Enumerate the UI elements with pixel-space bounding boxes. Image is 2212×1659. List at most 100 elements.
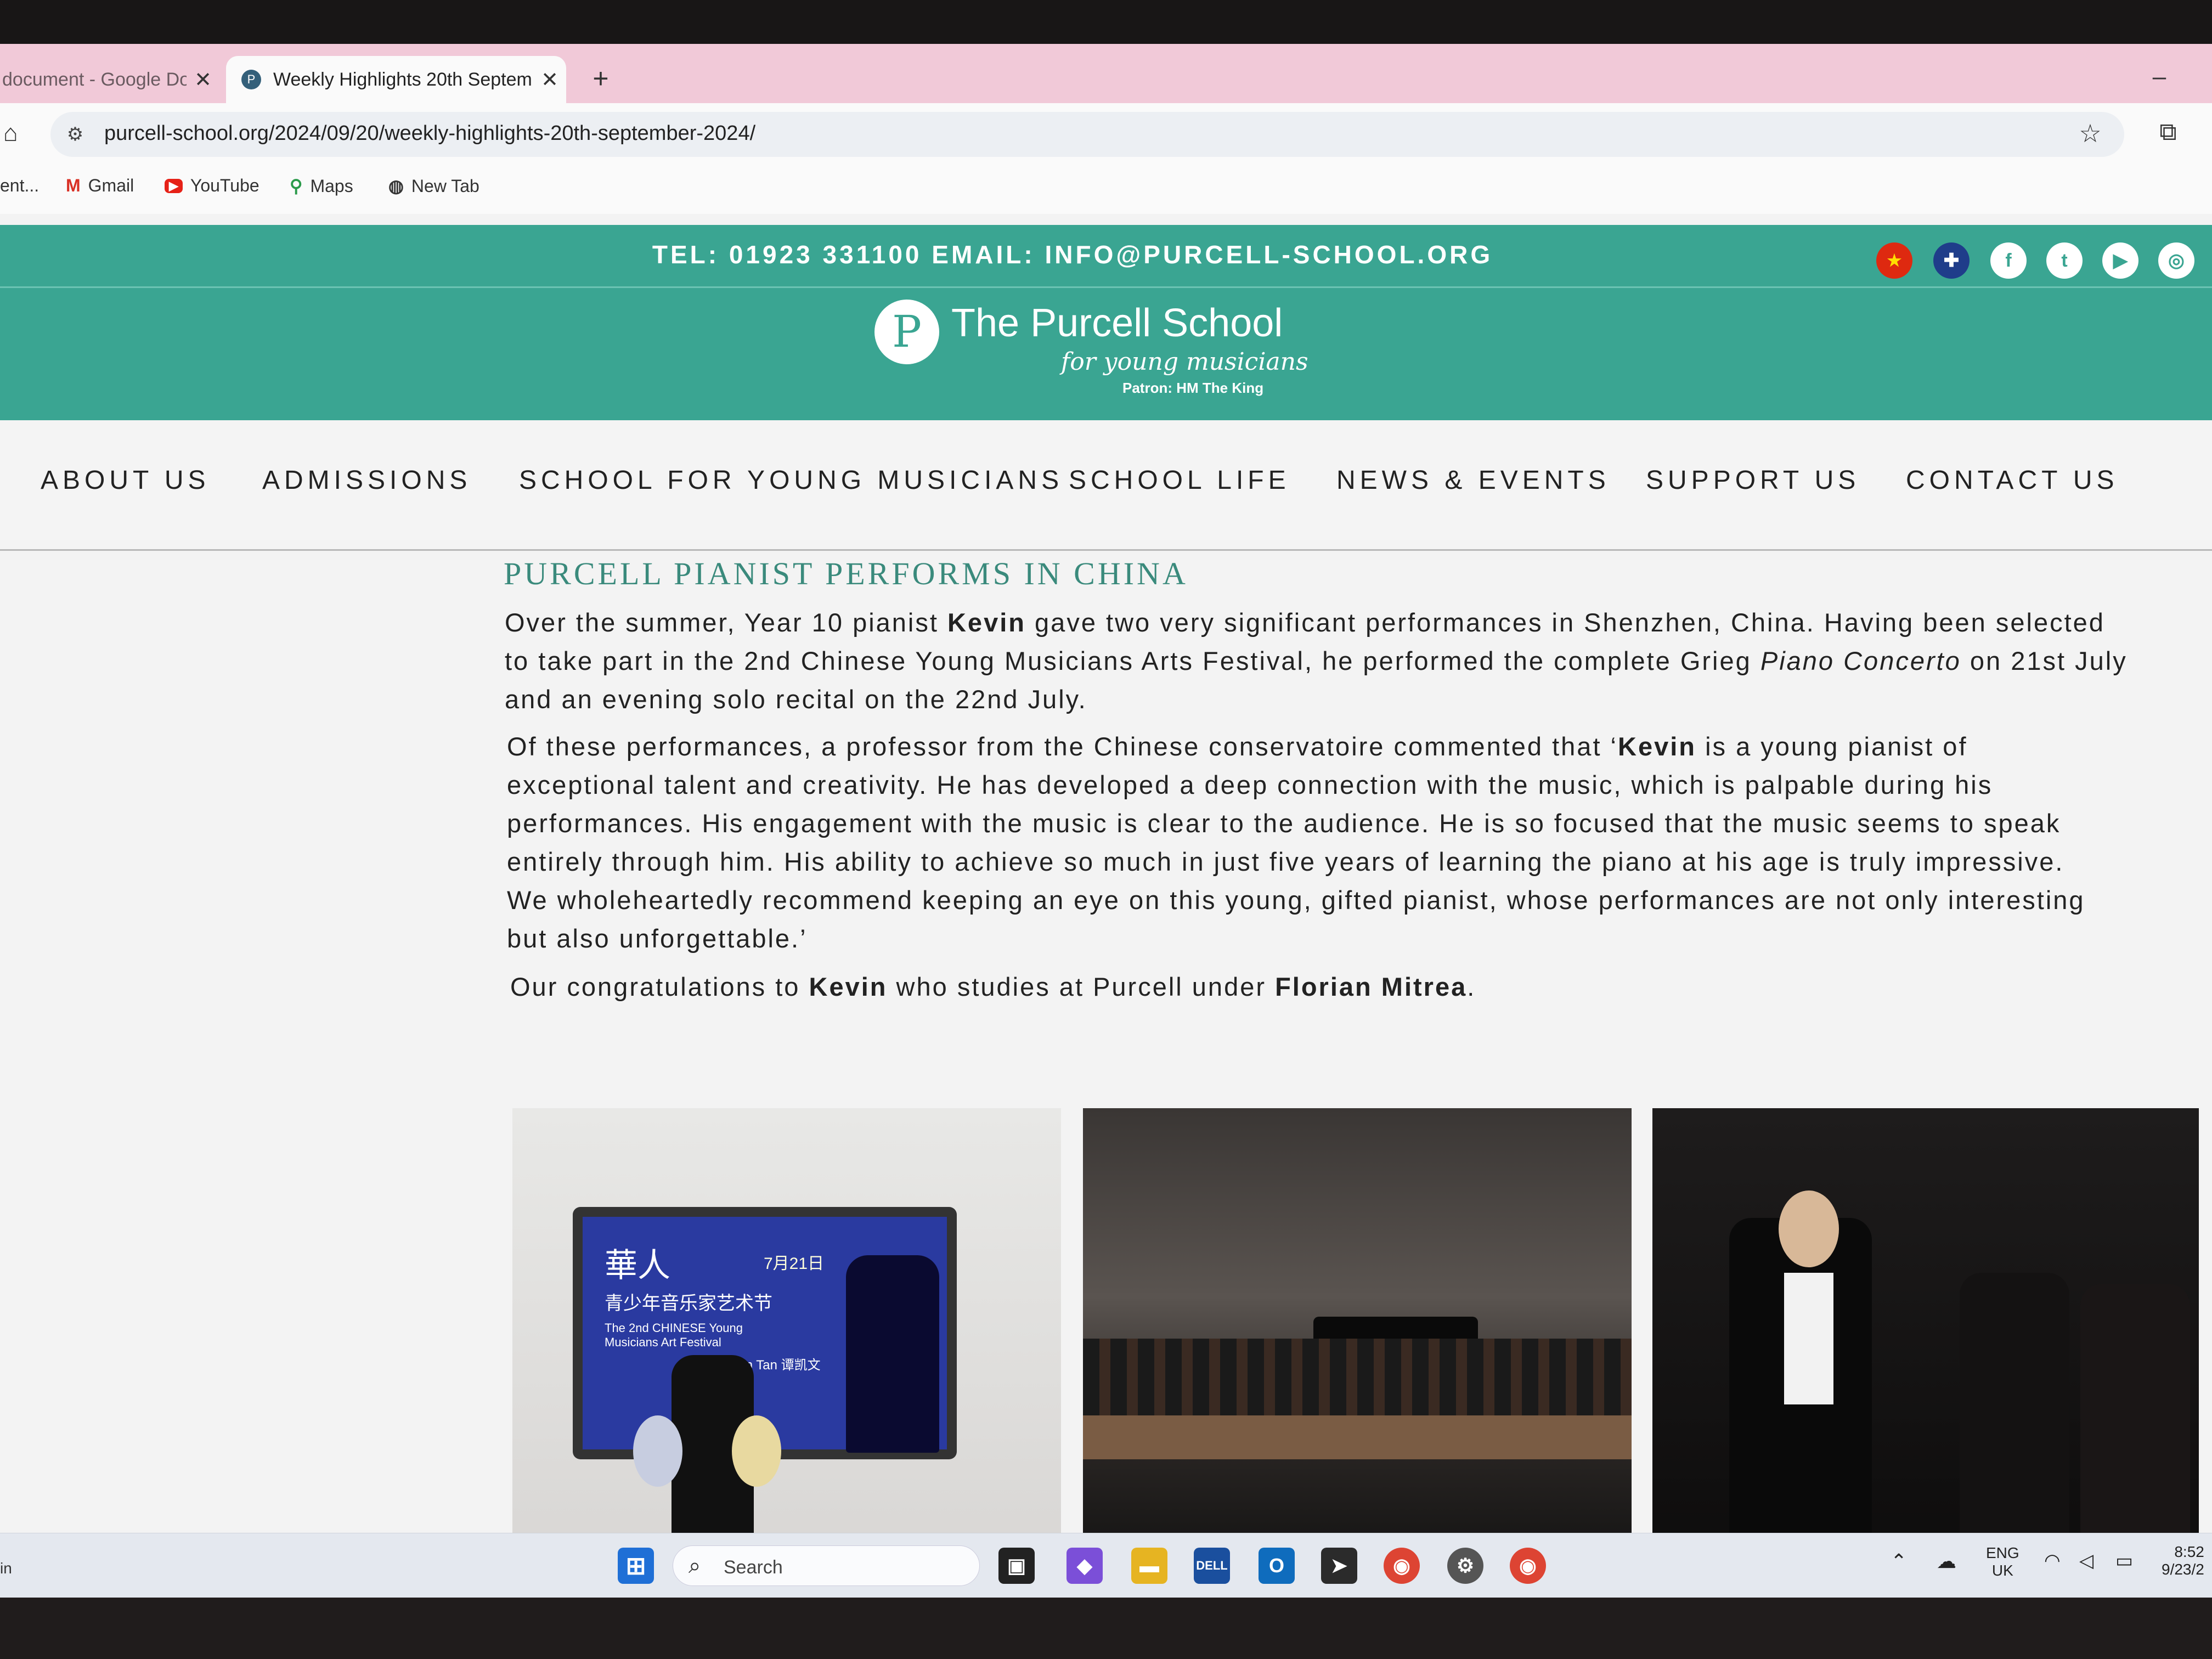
bookmark-label: Gmail	[88, 176, 134, 195]
nav-admissions[interactable]: ADMISSIONS	[262, 465, 471, 495]
monitor-bezel-top	[0, 0, 2212, 44]
article-paragraph-2: Of these performances, a professor from …	[507, 727, 2208, 958]
purcell-favicon-icon: P	[241, 70, 261, 89]
youtube-icon[interactable]: ▶	[2102, 242, 2138, 279]
photo-poster[interactable]: 華人 7月21日 青少年音乐家艺术节 The 2nd CHINESE Young…	[512, 1108, 1061, 1580]
onedrive-icon[interactable]: ☁	[1937, 1550, 1956, 1573]
text-run: Of these performances, a professor from …	[507, 732, 1618, 761]
tab-weekly-highlights[interactable]: P Weekly Highlights 20th Septem ✕	[226, 56, 566, 103]
bookmark-new-tab[interactable]: ◍ New Tab	[388, 176, 479, 196]
language-code: ENG	[1986, 1544, 2019, 1561]
facebook-icon[interactable]: f	[1990, 242, 2027, 279]
bookmark-star-icon[interactable]: ☆	[2075, 119, 2106, 149]
uk-flag-icon[interactable]: ✚	[1933, 242, 1970, 279]
pianist-shirt	[1784, 1273, 1833, 1404]
arrow-app-icon[interactable]: ➤	[1321, 1548, 1357, 1584]
instagram-icon[interactable]: ◎	[2158, 242, 2194, 279]
article-paragraph-1: Over the summer, Year 10 pianist Kevin g…	[505, 603, 2205, 719]
bookmark-youtube[interactable]: ▶ YouTube	[165, 176, 259, 196]
search-placeholder: Search	[724, 1557, 783, 1578]
file-explorer-icon[interactable]: ▬	[1131, 1548, 1167, 1584]
tab-title: Weekly Highlights 20th Septem	[273, 69, 532, 90]
region-code: UK	[1991, 1562, 2013, 1579]
screen: document - Google Do ✕ P Weekly Highligh…	[0, 44, 2212, 1598]
paragraph-line: and an evening solo recital on the 22nd …	[505, 680, 2205, 719]
windows-start-icon[interactable]: ⊞	[618, 1548, 654, 1584]
bouquet-left	[633, 1415, 682, 1487]
nav-school-for-young-musicians[interactable]: SCHOOL FOR YOUNG MUSICIANS	[519, 465, 1063, 495]
task-view-icon[interactable]: ▣	[998, 1548, 1035, 1584]
photo-concert-stage[interactable]	[1083, 1108, 1632, 1580]
bouquet-right	[732, 1415, 781, 1487]
bookmark-label: New Tab	[411, 176, 479, 196]
address-bar-row: ⌂ ⚙ purcell-school.org/2024/09/20/weekly…	[0, 103, 2212, 163]
clock[interactable]: 8:52 9/23/2	[2162, 1543, 2204, 1578]
nav-contact-us[interactable]: CONTACT US	[1906, 465, 2119, 495]
bold-text-run: Kevin	[809, 972, 888, 1001]
bookmark-maps[interactable]: ⚲ Maps	[290, 176, 353, 196]
tab-title: document - Google Do	[2, 69, 187, 90]
outlook-icon[interactable]: O	[1259, 1548, 1295, 1584]
logo-tagline: for young musicians	[1061, 348, 1308, 376]
site-header: TEL: 01923 331100 EMAIL: INFO@PURCELL-SC…	[0, 225, 2212, 420]
monitor-bezel-bottom	[0, 1598, 2212, 1659]
bookmark-label: YouTube	[190, 176, 259, 195]
chrome-profile-icon[interactable]: ◉	[1510, 1548, 1546, 1584]
home-icon[interactable]: ⌂	[3, 120, 31, 147]
copilot-icon[interactable]: ◆	[1066, 1548, 1103, 1584]
paragraph-line: to take part in the 2nd Chinese Young Mu…	[505, 642, 2205, 680]
text-run: on 21st July	[1961, 646, 2128, 675]
tab-google-docs[interactable]: document - Google Do ✕	[0, 56, 219, 103]
gmail-icon: M	[66, 176, 81, 195]
close-tab-icon[interactable]: ✕	[187, 67, 219, 92]
browser-tab-strip: document - Google Do ✕ P Weekly Highligh…	[0, 44, 2212, 103]
clock-time: 8:52	[2174, 1543, 2204, 1560]
logo-name[interactable]: The Purcell School	[951, 301, 1283, 346]
bookmark-label: ent...	[0, 176, 40, 195]
settings-gear-icon[interactable]: ⚙	[1447, 1548, 1483, 1584]
text-run: performances. His engagement with the mu…	[507, 809, 2061, 838]
volume-icon[interactable]: ◁	[2079, 1550, 2094, 1572]
minimize-button[interactable]: –	[2143, 65, 2176, 89]
nav-school-life[interactable]: SCHOOL LIFE	[1069, 465, 1290, 495]
logo-icon[interactable]: P	[874, 300, 939, 364]
paragraph-line: performances. His engagement with the mu…	[507, 804, 2208, 843]
battery-icon[interactable]: ▭	[2115, 1550, 2133, 1572]
url-bar[interactable]: ⚙ purcell-school.org/2024/09/20/weekly-h…	[50, 112, 2124, 157]
nav-news-events[interactable]: NEWS & EVENTS	[1336, 465, 1610, 495]
article-heading: PURCELL PIANIST PERFORMS IN CHINA	[504, 556, 1188, 591]
poster-subtitle: 青少年音乐家艺术节	[605, 1293, 772, 1314]
paragraph-line: entirely through him. His ability to ach…	[507, 843, 2208, 881]
china-flag-icon[interactable]: ★	[1876, 242, 1912, 279]
nav-about-us[interactable]: ABOUT US	[41, 465, 210, 495]
site-info-icon[interactable]: ⚙	[63, 122, 88, 147]
url-text[interactable]: purcell-school.org/2024/09/20/weekly-hig…	[104, 122, 755, 145]
taskbar-search[interactable]: ⌕ Search	[673, 1545, 980, 1586]
new-tab-button[interactable]: +	[582, 59, 620, 98]
search-icon: ⌕	[689, 1554, 701, 1578]
dell-icon[interactable]: DELL	[1194, 1548, 1230, 1584]
wifi-icon[interactable]: ◠	[2044, 1550, 2061, 1572]
twitter-icon[interactable]: t	[2046, 242, 2083, 279]
poster-portrait	[846, 1255, 939, 1453]
taskbar-left-text: in	[0, 1560, 12, 1577]
bookmark-item[interactable]: ent...	[0, 176, 39, 196]
contact-line[interactable]: TEL: 01923 331100 EMAIL: INFO@PURCELL-SC…	[0, 225, 2145, 284]
text-run: who studies at Purcell under	[887, 972, 1276, 1001]
text-run: gave two very significant performances i…	[1025, 608, 2105, 637]
photo-pianist-bow[interactable]	[1652, 1108, 2199, 1580]
poster-title: 華人	[605, 1246, 670, 1285]
chevron-up-icon[interactable]: ⌃	[1891, 1550, 1907, 1573]
taskbar: in ⊞ ⌕ Search ▣ ◆ ▬ DELL O ➤ ◉ ⚙ ◉ ⌃ ☁ E…	[0, 1533, 2212, 1598]
nav-support-us[interactable]: SUPPORT US	[1646, 465, 1860, 495]
close-tab-icon[interactable]: ✕	[533, 67, 566, 92]
chrome-icon[interactable]: ◉	[1384, 1548, 1420, 1584]
bookmark-gmail[interactable]: M Gmail	[66, 176, 134, 196]
extensions-icon[interactable]: ⧉	[2153, 119, 2183, 149]
language-indicator[interactable]: ENG UK	[1986, 1544, 2019, 1579]
text-run: and an evening solo recital on the 22nd …	[505, 685, 1087, 714]
text-run: We wholeheartedly recommend keeping an e…	[507, 885, 2085, 915]
paragraph-line: Over the summer, Year 10 pianist Kevin g…	[505, 603, 2205, 642]
bold-text-run: Kevin	[1618, 732, 1697, 761]
orchestra	[1083, 1339, 1632, 1415]
